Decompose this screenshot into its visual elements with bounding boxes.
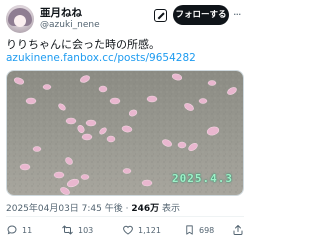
author-handle[interactable]: @azuki_nene bbox=[40, 20, 100, 30]
avatar-face bbox=[14, 15, 26, 27]
heart-icon bbox=[123, 225, 133, 235]
follow-button[interactable]: フォローする bbox=[173, 5, 229, 25]
share-button[interactable] bbox=[232, 222, 244, 238]
tweet-datetime[interactable]: 2025年04月03日 7:45 午後 · bbox=[6, 204, 131, 214]
tweet-text: りりちゃんに会った時の所感。 bbox=[6, 38, 160, 51]
tweet-link[interactable]: azukinene.fanbox.cc/posts/9654282 bbox=[6, 52, 196, 64]
bookmark-count: 698 bbox=[199, 225, 215, 235]
reply-icon bbox=[7, 225, 17, 235]
tweet-actions: 11 103 1,121 698 bbox=[6, 222, 244, 238]
like-button[interactable]: 1,121 bbox=[122, 222, 161, 238]
like-count: 1,121 bbox=[138, 225, 161, 235]
grok-icon[interactable] bbox=[154, 9, 167, 22]
views-count: 246万 bbox=[131, 204, 160, 214]
share-icon bbox=[233, 225, 243, 235]
reply-button[interactable]: 11 bbox=[6, 222, 32, 238]
bookmark-button[interactable]: 698 bbox=[184, 222, 214, 238]
retweet-icon bbox=[62, 225, 73, 235]
views-label: 表示 bbox=[159, 204, 180, 214]
divider bbox=[6, 216, 244, 217]
retweet-count: 103 bbox=[78, 225, 94, 235]
photo-date-stamp: 2025.4.3 bbox=[172, 172, 233, 185]
author-display-name[interactable]: 亜月ねね bbox=[40, 5, 82, 20]
more-options-icon[interactable]: ··· bbox=[233, 8, 241, 21]
avatar[interactable] bbox=[6, 5, 34, 33]
tweet-meta: 2025年04月03日 7:45 午後 · 246万 表示 bbox=[6, 201, 180, 214]
reply-count: 11 bbox=[22, 225, 33, 235]
tweet-photo[interactable]: 2025.4.3 bbox=[6, 70, 244, 196]
bookmark-icon bbox=[186, 225, 193, 235]
retweet-button[interactable]: 103 bbox=[61, 222, 93, 238]
